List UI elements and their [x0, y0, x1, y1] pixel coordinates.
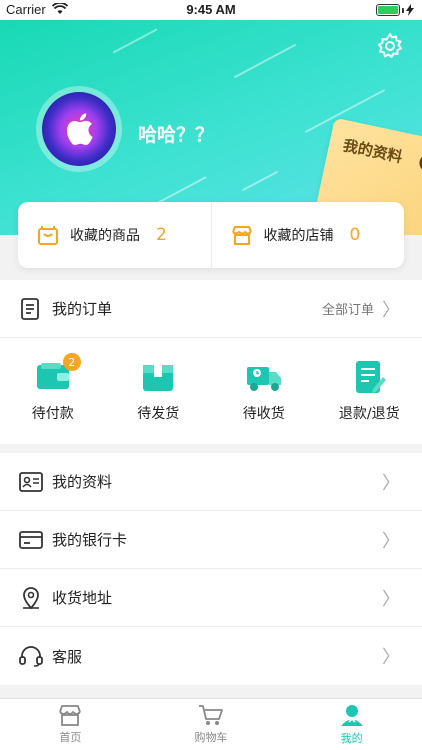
favorite-shops-label: 收藏的店铺	[263, 228, 334, 244]
tab-cart-label: 购物车	[194, 731, 228, 744]
chevron-right-icon: 〉	[382, 299, 400, 321]
favorites-box: 收藏的商品 2 收藏的店铺 0	[18, 202, 404, 268]
tab-home-label: 首页	[59, 731, 82, 744]
cart-icon	[199, 705, 223, 725]
order-refund[interactable]: 退款/退货	[317, 359, 422, 423]
favorite-shops[interactable]: 收藏的店铺 0	[210, 202, 405, 268]
id-card-icon	[19, 471, 43, 492]
menu-my-profile[interactable]: 我的资料 〉	[0, 453, 422, 511]
favorite-products[interactable]: 收藏的商品 2	[18, 202, 211, 268]
menu-my-profile-label: 我的资料	[52, 473, 113, 491]
tab-cart[interactable]: 购物车	[141, 699, 282, 750]
favorite-products-label: 收藏的商品	[70, 228, 140, 244]
refund-label: 退款/退货	[338, 406, 400, 422]
apple-logo-icon	[66, 113, 93, 146]
box-icon	[143, 365, 174, 391]
chevron-right-icon: 〉	[382, 647, 400, 668]
favorite-products-count: 2	[156, 225, 167, 245]
orders-section: 我的订单 全部订单 〉 2 待付款 待发货 待收货 退款/退货	[0, 280, 422, 444]
menu-bank-card-label: 我的银行卡	[52, 531, 128, 549]
profile-card-label: 我的资料	[341, 136, 404, 167]
shop-icon	[231, 226, 252, 245]
settings-gear-icon[interactable]	[376, 32, 404, 60]
menu-customer-service[interactable]: 客服 〉	[0, 627, 422, 685]
battery-icon	[376, 4, 414, 16]
tab-home[interactable]: 首页	[0, 699, 141, 750]
user-icon	[340, 705, 363, 726]
menu-section: 我的资料 〉 我的银行卡 〉 收货地址 〉 客服 〉	[0, 453, 422, 685]
favorite-shops-count: 0	[349, 225, 361, 245]
orders-title: 我的订单	[52, 300, 113, 318]
status-bar: Carrier 9:45 AM	[0, 0, 422, 20]
chevron-right-icon: ›	[417, 152, 422, 174]
menu-address[interactable]: 收货地址 〉	[0, 569, 422, 627]
bag-icon	[38, 226, 58, 245]
bottom-tab-bar: 首页 购物车 我的	[0, 698, 422, 750]
storefront-icon	[59, 705, 82, 726]
refund-doc-icon	[356, 361, 387, 393]
pending-payment-badge: 2	[62, 353, 81, 371]
menu-address-label: 收货地址	[52, 589, 113, 607]
chevron-right-icon: 〉	[382, 530, 400, 552]
headset-icon	[19, 646, 43, 667]
username: 哈哈？？	[138, 124, 215, 146]
order-pending-shipment[interactable]: 待发货	[106, 359, 212, 423]
order-status-grid: 2 待付款 待发货 待收货 退款/退货	[0, 338, 422, 444]
tab-me-label: 我的	[340, 732, 363, 745]
bank-card-icon	[19, 530, 43, 549]
order-pending-receipt[interactable]: 待收货	[211, 359, 317, 423]
tab-me[interactable]: 我的	[281, 699, 422, 750]
pending-shipment-label: 待发货	[137, 406, 180, 422]
orders-header-row[interactable]: 我的订单 全部订单 〉	[0, 280, 422, 338]
pending-payment-label: 待付款	[31, 406, 74, 422]
order-list-icon	[21, 297, 39, 320]
menu-bank-card[interactable]: 我的银行卡 〉	[0, 511, 422, 569]
truck-icon	[246, 367, 281, 391]
chevron-right-icon: 〉	[382, 588, 400, 610]
charging-bolt-icon	[406, 4, 414, 16]
menu-customer-service-label: 客服	[52, 647, 83, 666]
location-pin-icon	[23, 586, 39, 609]
avatar[interactable]	[36, 86, 122, 172]
all-orders-link[interactable]: 全部订单	[322, 299, 374, 318]
clock: 9:45 AM	[186, 2, 236, 17]
order-pending-payment[interactable]: 2 待付款	[0, 353, 106, 423]
pending-receipt-label: 待收货	[242, 406, 285, 422]
chevron-right-icon: 〉	[382, 472, 400, 494]
